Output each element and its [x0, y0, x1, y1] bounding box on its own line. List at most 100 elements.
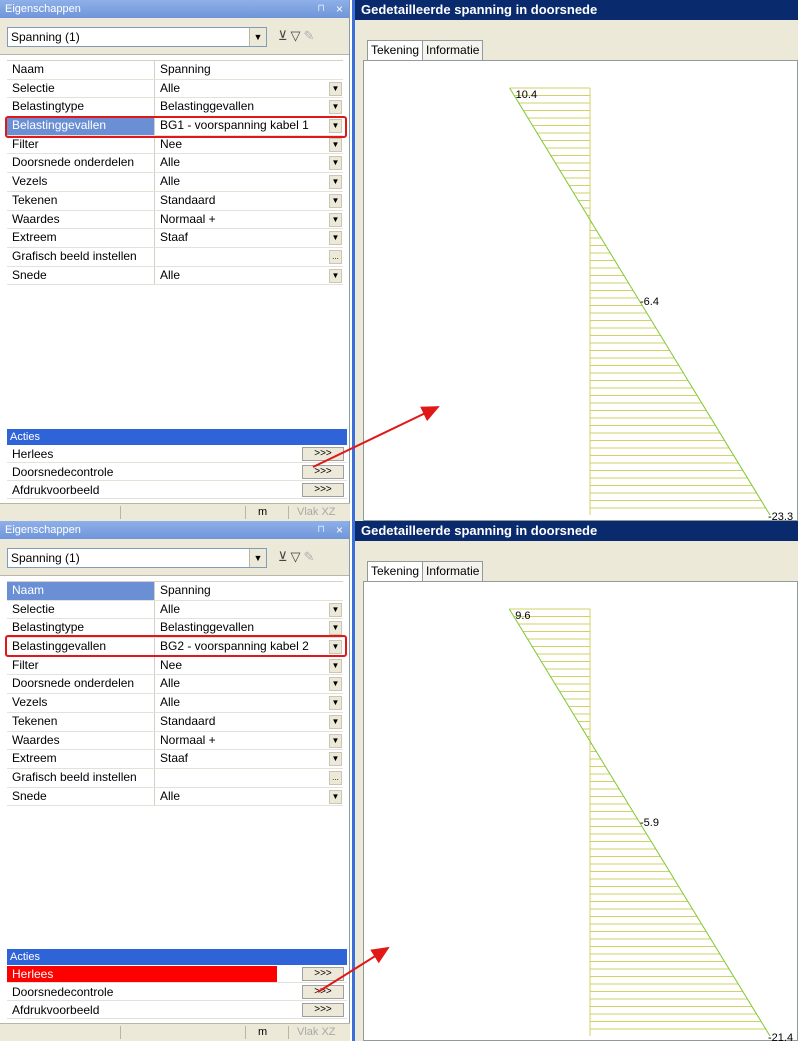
property-row[interactable]: Extreem Staaf ▼ — [7, 750, 343, 769]
property-value[interactable]: Belastinggevallen — [156, 619, 327, 637]
property-row[interactable]: Vezels Alle ▼ — [7, 694, 343, 713]
property-value[interactable]: Belastinggevallen — [156, 98, 327, 116]
property-row[interactable]: Belastingtype Belastinggevallen ▼ — [7, 98, 343, 118]
chevron-down-icon[interactable]: ▼ — [329, 789, 342, 804]
pencil-icon[interactable]: ✎ — [304, 549, 318, 564]
property-row[interactable]: Vezels Alle ▼ — [7, 173, 343, 192]
property-row[interactable]: Grafisch beeld instellen... — [7, 247, 343, 267]
property-row[interactable]: Snede Alle ▼ — [7, 787, 343, 807]
pin-icon[interactable]: ⊓ — [317, 0, 325, 18]
chevron-down-icon[interactable]: ▼ — [329, 231, 342, 246]
property-row[interactable]: Grafisch beeld instellen... — [7, 768, 343, 788]
property-row[interactable]: Selectie Alle ▼ — [7, 79, 343, 99]
chevron-down-icon[interactable]: ▼ — [329, 621, 342, 636]
property-row[interactable]: Doorsnede onderdelen Alle ▼ — [7, 675, 343, 695]
property-value[interactable]: Staaf — [156, 229, 327, 247]
property-row[interactable]: Extreem Staaf ▼ — [7, 229, 343, 248]
property-row[interactable]: Belastinggevallen BG2 - voorspanning kabe… — [7, 638, 343, 657]
chevron-down-icon[interactable]: ▼ — [329, 268, 342, 283]
property-value[interactable]: Standaard — [156, 713, 327, 731]
property-row[interactable]: Selectie Alle ▼ — [7, 600, 343, 620]
property-value[interactable]: Normaal + — [156, 211, 327, 229]
chevron-down-icon[interactable]: ▼ — [329, 175, 342, 190]
action-run-button[interactable]: >>> — [302, 483, 344, 497]
chevron-down-icon[interactable]: ▼ — [329, 193, 342, 208]
property-row[interactable]: Waardes Normaal + ▼ — [7, 210, 343, 230]
property-value[interactable]: Normaal + — [156, 732, 327, 750]
action-row[interactable]: Afdrukvoorbeeld >>> — [7, 1002, 347, 1019]
chevron-down-icon[interactable]: ▼ — [329, 714, 342, 729]
property-value[interactable]: Spanning — [156, 61, 327, 79]
chevron-down-icon[interactable]: ▼ — [249, 28, 266, 46]
property-value[interactable]: Alle — [156, 675, 327, 693]
property-row[interactable]: Snede Alle ▼ — [7, 266, 343, 286]
action-run-button[interactable]: >>> — [302, 1003, 344, 1017]
property-value[interactable]: Alle — [156, 267, 327, 285]
property-row[interactable]: Tekenen Standaard ▼ — [7, 191, 343, 211]
tab-tekening[interactable]: Tekening — [367, 40, 424, 61]
chevron-down-icon[interactable]: ▼ — [329, 752, 342, 767]
tab-informatie[interactable]: Informatie — [422, 561, 484, 581]
property-row[interactable]: Doorsnede onderdelen Alle ▼ — [7, 154, 343, 174]
chevron-down-icon[interactable]: ▼ — [329, 81, 342, 96]
object-selector[interactable]: Spanning (1) ▼ — [7, 548, 267, 568]
property-value[interactable]: Alle — [156, 173, 327, 191]
property-row[interactable]: Naam Spanning — [7, 61, 343, 80]
property-value[interactable]: Alle — [156, 694, 327, 712]
action-row[interactable]: Herlees >>> — [7, 966, 347, 983]
property-row[interactable]: Tekenen Standaard ▼ — [7, 712, 343, 732]
chevron-down-icon[interactable]: ▼ — [329, 119, 342, 134]
property-value[interactable]: Alle — [156, 788, 327, 806]
close-icon[interactable]: × — [336, 521, 343, 539]
property-row[interactable]: Belastingtype Belastinggevallen ▼ — [7, 619, 343, 639]
chevron-down-icon[interactable]: ▼ — [329, 733, 342, 748]
property-row[interactable]: Filter Nee ▼ — [7, 656, 343, 676]
property-value[interactable]: Alle — [156, 601, 327, 619]
tab-informatie[interactable]: Informatie — [422, 40, 484, 60]
chevron-down-icon[interactable]: ▼ — [249, 549, 266, 567]
property-row[interactable]: Belastinggevallen BG1 - voorspanning kabe… — [7, 117, 343, 136]
tab-tekening[interactable]: Tekening — [367, 561, 424, 582]
filter-icon[interactable]: ▽ — [291, 549, 304, 564]
property-row[interactable]: Naam Spanning — [7, 582, 343, 601]
action-run-button[interactable]: >>> — [302, 985, 344, 999]
property-value[interactable]: Standaard — [156, 192, 327, 210]
pin-icon[interactable]: ⊓ — [317, 521, 325, 539]
property-value[interactable]: BG2 - voorspanning kabel 2 — [156, 638, 327, 656]
action-row[interactable]: Herlees >>> — [7, 446, 347, 463]
select-filter-icon[interactable]: ⊻ — [278, 28, 291, 43]
property-row[interactable]: Filter Nee ▼ — [7, 135, 343, 155]
action-row[interactable]: Doorsnedecontrole >>> — [7, 464, 347, 481]
chevron-down-icon[interactable]: ▼ — [329, 156, 342, 171]
property-value[interactable]: Nee — [156, 136, 327, 154]
property-row[interactable]: Waardes Normaal + ▼ — [7, 731, 343, 751]
chevron-down-icon[interactable]: ▼ — [329, 100, 342, 115]
chevron-down-icon[interactable]: ▼ — [329, 677, 342, 692]
chevron-down-icon[interactable]: ▼ — [329, 640, 342, 655]
property-value[interactable]: Nee — [156, 657, 327, 675]
filter-icon[interactable]: ▽ — [291, 28, 304, 43]
property-value[interactable]: BG1 - voorspanning kabel 1 — [156, 117, 327, 135]
chevron-down-icon[interactable]: ▼ — [329, 137, 342, 152]
select-filter-icon[interactable]: ⊻ — [278, 549, 291, 564]
chevron-down-icon[interactable]: ▼ — [329, 602, 342, 617]
property-value[interactable]: Alle — [156, 80, 327, 98]
ellipsis-button[interactable]: ... — [329, 249, 342, 264]
action-run-button[interactable]: >>> — [302, 967, 344, 981]
property-value[interactable]: Alle — [156, 154, 327, 172]
property-value[interactable] — [156, 248, 327, 266]
chevron-down-icon[interactable]: ▼ — [329, 212, 342, 227]
action-row[interactable]: Doorsnedecontrole >>> — [7, 984, 347, 1001]
action-run-button[interactable]: >>> — [302, 447, 344, 461]
property-value[interactable]: Spanning — [156, 582, 327, 600]
property-value[interactable]: Staaf — [156, 750, 327, 768]
pencil-icon[interactable]: ✎ — [304, 28, 318, 43]
chevron-down-icon[interactable]: ▼ — [329, 658, 342, 673]
action-row[interactable]: Afdrukvoorbeeld >>> — [7, 482, 347, 499]
object-selector[interactable]: Spanning (1) ▼ — [7, 27, 267, 47]
close-icon[interactable]: × — [336, 0, 343, 18]
action-run-button[interactable]: >>> — [302, 465, 344, 479]
ellipsis-button[interactable]: ... — [329, 770, 342, 785]
property-value[interactable] — [156, 769, 327, 787]
chevron-down-icon[interactable]: ▼ — [329, 696, 342, 711]
